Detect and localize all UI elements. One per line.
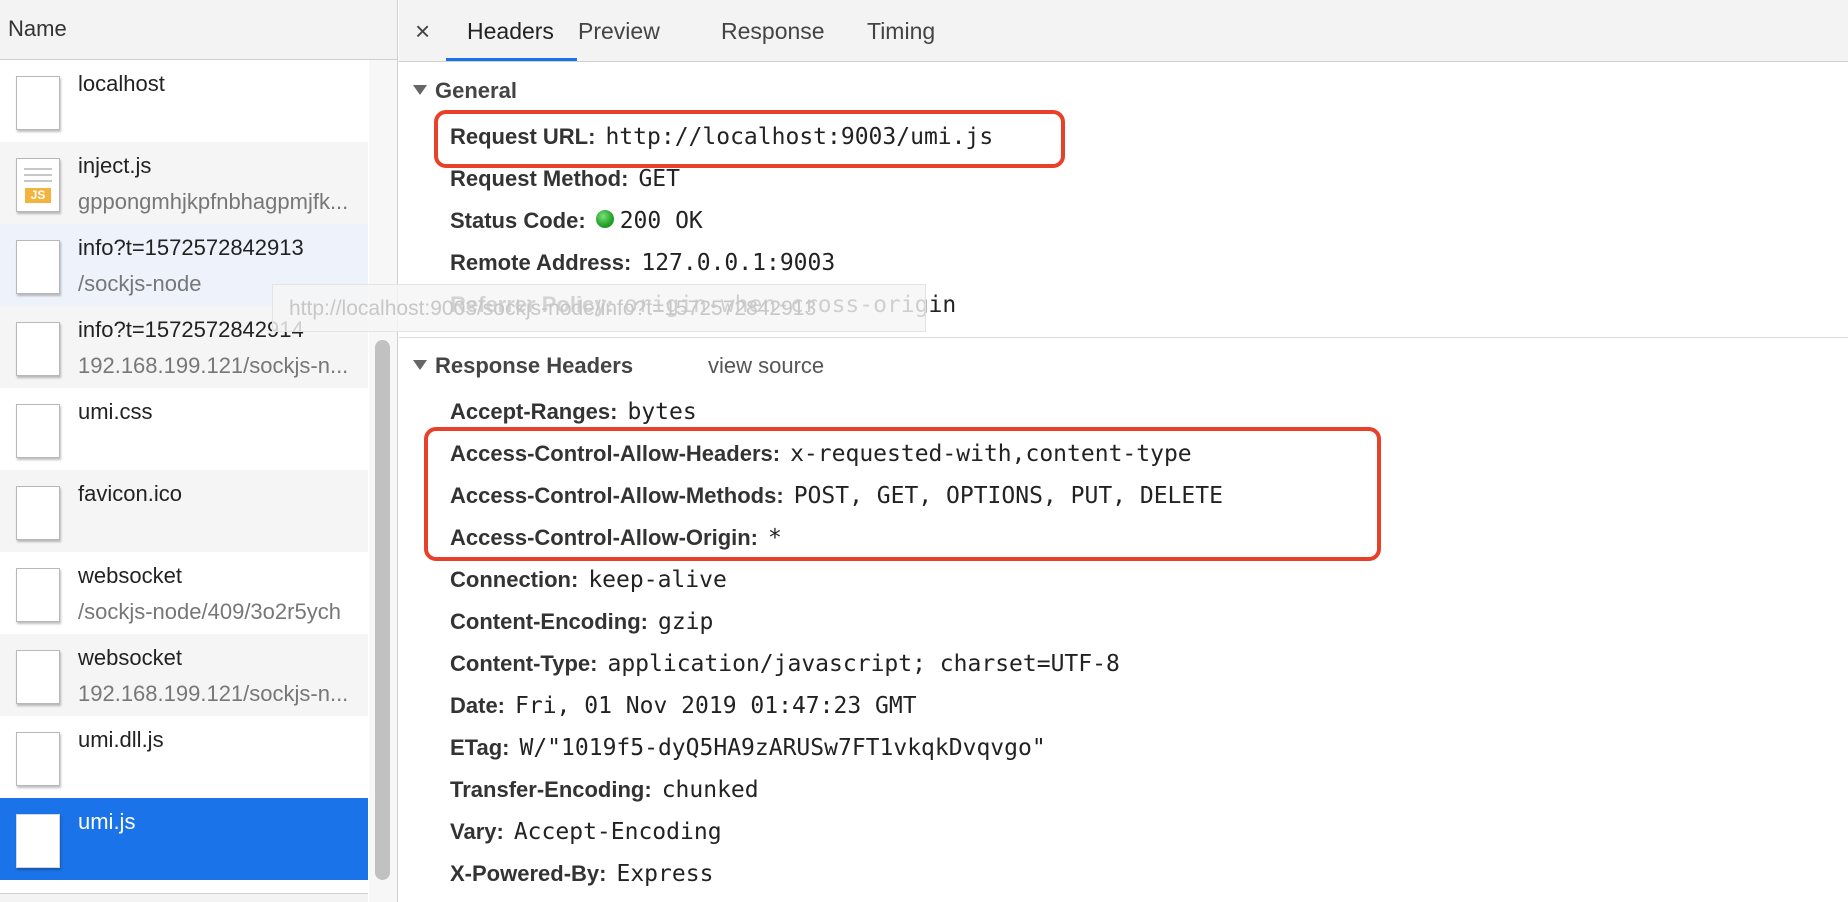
header-value: 200 OK (619, 208, 703, 234)
section-divider (399, 337, 1848, 338)
header-value: bytes (627, 399, 697, 425)
request-name: favicon.ico (78, 481, 182, 506)
collapse-triangle-icon (413, 85, 427, 96)
general-section-title: General (435, 78, 517, 103)
header-key: Date: (450, 693, 506, 718)
request-list: localhost JS inject.js gppongmhjkpfnbhag… (0, 60, 368, 880)
request-path: /sockjs-node/409/3o2r5ych (78, 599, 341, 624)
header-value: Accept-Encoding (513, 819, 722, 845)
request-name: info?t=1572572842913 (78, 235, 304, 260)
status-ok-icon (595, 210, 614, 229)
scrollbar-thumb[interactable] (375, 340, 390, 880)
list-footer (0, 893, 368, 902)
header-key: Connection: (450, 567, 579, 592)
details-tabbar: × Headers Preview Response Timing (399, 0, 1848, 62)
header-key: Transfer-Encoding: (450, 777, 652, 802)
header-key: Content-Encoding: (450, 609, 648, 634)
request-name: inject.js (78, 153, 152, 178)
header-value: GET (638, 166, 680, 192)
header-row: Connection: keep-alive (450, 567, 727, 593)
tab-response[interactable]: Response (721, 18, 825, 45)
document-icon (16, 404, 60, 458)
general-section-toggle[interactable]: General (413, 78, 517, 104)
request-path: 192.168.199.121/sockjs-n... (78, 353, 349, 378)
request-name: umi.js (78, 809, 136, 834)
header-row: Content-Type: application/javascript; cha… (450, 651, 1120, 677)
name-column-header[interactable]: Name (0, 0, 397, 60)
request-row[interactable]: localhost (0, 60, 368, 142)
request-row[interactable]: umi.dll.js (0, 716, 368, 798)
js-badge: JS (25, 188, 51, 203)
document-icon (16, 568, 60, 622)
header-row: Transfer-Encoding: chunked (450, 777, 759, 803)
header-row: Accept-Ranges: bytes (450, 399, 697, 425)
header-value: keep-alive (588, 567, 727, 593)
request-name: websocket (78, 645, 182, 670)
request-row-selected[interactable]: umi.js (0, 798, 368, 880)
active-tab-indicator (446, 58, 577, 61)
collapse-triangle-icon (413, 360, 427, 371)
details-panel: × Headers Preview Response Timing Genera… (399, 0, 1848, 902)
header-row: Vary: Accept-Encoding (450, 819, 722, 845)
tab-headers[interactable]: Headers (467, 18, 554, 45)
highlight-box-request-url (434, 110, 1065, 168)
view-source-link[interactable]: view source (708, 353, 824, 379)
header-key: Accept-Ranges: (450, 399, 618, 424)
request-name: info?t=1572572842914 (78, 317, 304, 342)
request-path: 192.168.199.121/sockjs-n... (78, 681, 349, 706)
header-value: Express (616, 861, 714, 887)
header-row: Content-Encoding: gzip (450, 609, 713, 635)
header-key: Remote Address: (450, 250, 632, 275)
tab-timing[interactable]: Timing (867, 18, 935, 45)
close-icon[interactable]: × (415, 16, 430, 47)
header-value: W/"1019f5-dyQ5HA9zARUSw7FT1vkqkDvqvgo" (519, 735, 1046, 761)
request-name: localhost (78, 71, 165, 96)
header-row: X-Powered-By: Express (450, 861, 713, 887)
header-row: Date: Fri, 01 Nov 2019 01:47:23 GMT (450, 693, 917, 719)
header-row-status-code: Status Code: 200 OK (450, 208, 703, 234)
request-row[interactable]: websocket 192.168.199.121/sockjs-n... (0, 634, 368, 716)
response-headers-section-toggle[interactable]: Response Headers (413, 353, 633, 379)
header-value: gzip (657, 609, 714, 635)
header-row: ETag: W/"1019f5-dyQ5HA9zARUSw7FT1vkqkDvqv… (450, 735, 1046, 761)
document-icon (16, 732, 60, 786)
js-file-icon: JS (16, 158, 60, 212)
header-row-remote-address: Remote Address: 127.0.0.1:9003 (450, 250, 835, 276)
request-path: gppongmhjkpfnbhagpmjfk... (78, 189, 349, 214)
request-row[interactable]: favicon.ico (0, 470, 368, 552)
header-key: Status Code: (450, 208, 586, 233)
request-name: websocket (78, 563, 182, 588)
request-row[interactable]: websocket /sockjs-node/409/3o2r5ych (0, 552, 368, 634)
document-icon (16, 240, 60, 294)
header-value: Fri, 01 Nov 2019 01:47:23 GMT (515, 693, 917, 719)
request-row[interactable]: JS inject.js gppongmhjkpfnbhagpmjfk... (0, 142, 368, 224)
header-value: 127.0.0.1:9003 (641, 250, 836, 276)
header-key: Vary: (450, 819, 504, 844)
header-row-request-method: Request Method: GET (450, 166, 680, 192)
document-icon (16, 76, 60, 130)
url-tooltip: http://localhost:9003/sockjs-node/info?t… (272, 284, 926, 332)
document-icon (16, 486, 60, 540)
header-key: Request Method: (450, 166, 629, 191)
document-icon (16, 650, 60, 704)
request-list-panel: Name localhost JS inject.js gppongmhjkpf… (0, 0, 398, 902)
document-icon (16, 814, 60, 868)
request-name: umi.css (78, 399, 153, 424)
header-key: ETag: (450, 735, 510, 760)
header-value: chunked (661, 777, 759, 803)
response-headers-title: Response Headers (435, 353, 634, 378)
document-icon (16, 322, 60, 376)
highlight-box-cors-headers (424, 427, 1381, 561)
header-key: X-Powered-By: (450, 861, 607, 886)
request-name: umi.dll.js (78, 727, 164, 752)
header-value: application/javascript; charset=UTF-8 (607, 651, 1120, 677)
request-row[interactable]: umi.css (0, 388, 368, 470)
header-key: Content-Type: (450, 651, 598, 676)
tab-preview[interactable]: Preview (578, 18, 660, 45)
